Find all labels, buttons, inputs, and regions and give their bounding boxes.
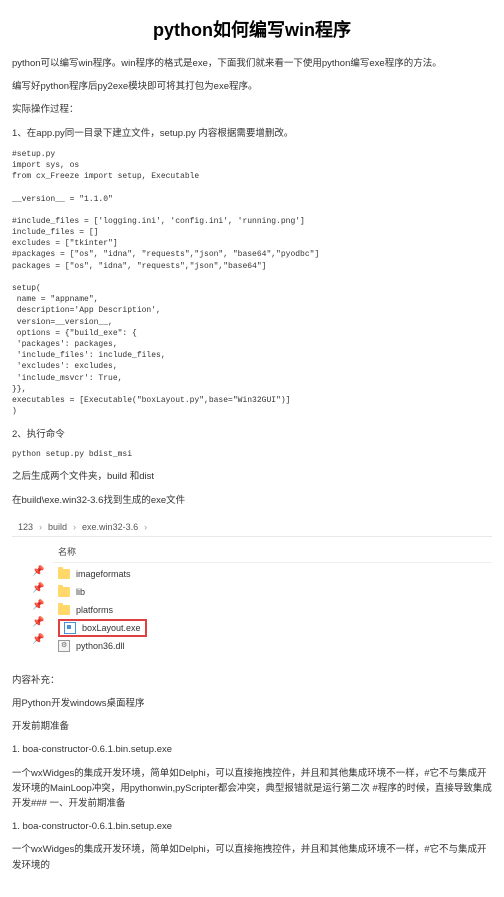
file-name: platforms [76, 605, 113, 615]
supplement-4: 一个wxWidges的集成开发环境，简单如Delphi，可以直接拖拽控件，并且和… [12, 766, 492, 812]
column-header-name[interactable]: 名称 [52, 541, 492, 563]
file-name: imageformats [76, 569, 131, 579]
pin-icon[interactable]: 📌 [12, 597, 52, 614]
file-name: lib [76, 587, 85, 597]
intro-paragraph-1: python可以编写win程序。win程序的格式是exe，下面我们就来看一下使用… [12, 56, 492, 71]
breadcrumb[interactable]: 123 › build › exe.win32-3.6 › [12, 518, 492, 537]
folder-row[interactable]: lib [52, 583, 492, 601]
supplement-5: 1. boa-constructor-0.6.1.bin.setup.exe [12, 819, 492, 834]
step-3a: 之后生成两个文件夹，build 和dist [12, 469, 492, 484]
step-2: 2、执行命令 [12, 427, 492, 442]
dll-row[interactable]: python36.dll [52, 637, 492, 655]
file-name: python36.dll [76, 641, 125, 651]
folder-row[interactable]: platforms [52, 601, 492, 619]
folder-icon [58, 587, 70, 597]
chevron-right-icon: › [144, 522, 147, 532]
setup-py-code: #setup.py import sys, os from cx_Freeze … [12, 149, 492, 418]
step-1: 1、在app.py同一目录下建立文件，setup.py 内容根据需要增删改。 [12, 126, 492, 141]
command-line: python setup.py bdist_msi [12, 450, 492, 459]
folder-icon [58, 605, 70, 615]
supplement-6: 一个wxWidges的集成开发环境，简单如Delphi，可以直接拖拽控件，并且和… [12, 842, 492, 872]
exe-icon [64, 622, 76, 634]
folder-icon [58, 569, 70, 579]
breadcrumb-part-3[interactable]: exe.win32-3.6 [82, 522, 138, 532]
intro-paragraph-3: 实际操作过程： [12, 102, 492, 117]
breadcrumb-part-2[interactable]: build [48, 522, 67, 532]
pin-icon[interactable]: 📌 [12, 631, 52, 648]
supplement-heading: 内容补充： [12, 673, 492, 688]
chevron-right-icon: › [39, 522, 42, 532]
folder-row[interactable]: imageformats [52, 565, 492, 583]
supplement-1: 用Python开发windows桌面程序 [12, 696, 492, 711]
quick-access-pins: 📌 📌 📌 📌 📌 [12, 537, 52, 659]
breadcrumb-part-1[interactable]: 123 [18, 522, 33, 532]
page-title: python如何编写win程序 [12, 16, 492, 42]
pin-icon[interactable]: 📌 [12, 614, 52, 631]
chevron-right-icon: › [73, 522, 76, 532]
pin-icon[interactable]: 📌 [12, 580, 52, 597]
file-name: boxLayout.exe [82, 623, 141, 633]
supplement-3: 1. boa-constructor-0.6.1.bin.setup.exe [12, 742, 492, 757]
supplement-2: 开发前期准备 [12, 719, 492, 734]
file-listing: 名称 imageformats lib platforms boxLayout.… [52, 537, 492, 659]
pin-icon[interactable]: 📌 [12, 563, 52, 580]
file-explorer: 123 › build › exe.win32-3.6 › 📌 📌 📌 📌 📌 … [12, 518, 492, 659]
step-3b: 在build\exe.win32-3.6找到生成的exe文件 [12, 493, 492, 508]
exe-row-highlighted[interactable]: boxLayout.exe [52, 619, 492, 637]
intro-paragraph-2: 编写好python程序后py2exe模块即可将其打包为exe程序。 [12, 79, 492, 94]
dll-icon [58, 640, 70, 652]
